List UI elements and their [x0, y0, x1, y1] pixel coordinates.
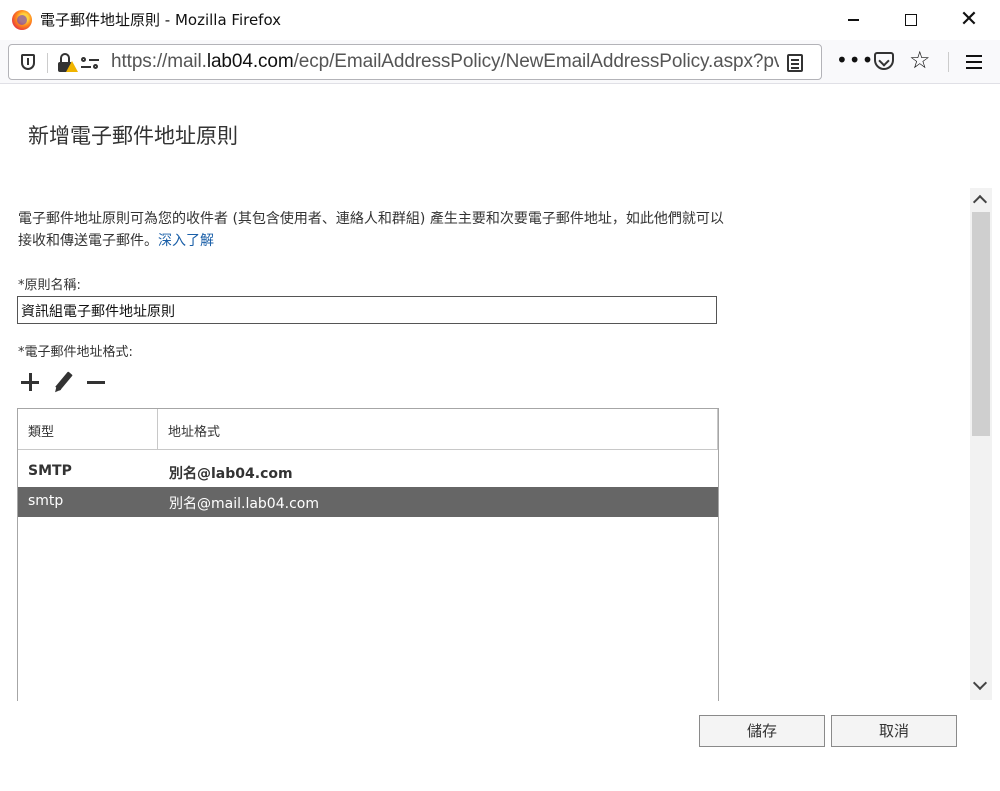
- hamburger-menu-icon[interactable]: [966, 55, 982, 57]
- window-title: 電子郵件地址原則 - Mozilla Firefox: [40, 11, 282, 29]
- learn-more-link[interactable]: 深入了解: [158, 233, 214, 249]
- table-row-selected[interactable]: smtp 別名@mail.lab04.com: [18, 487, 718, 517]
- address-format-grid: 類型 地址格式 SMTP 別名@lab04.com smtp 別名@mail.l…: [17, 408, 719, 701]
- page-title: 新增電子郵件地址原則: [28, 124, 238, 148]
- table-row[interactable]: SMTP 別名@lab04.com: [18, 457, 718, 487]
- toolbar-separator: [948, 52, 949, 72]
- description-text: 電子郵件地址原則可為您的收件者 (其包含使用者、連絡人和群組) 產生主要和次要電…: [18, 211, 724, 249]
- close-button[interactable]: ✕: [940, 0, 998, 40]
- maximize-button[interactable]: [882, 0, 940, 40]
- row-type: SMTP: [28, 463, 72, 479]
- permissions-icon[interactable]: [81, 55, 99, 71]
- pocket-icon[interactable]: [874, 52, 894, 70]
- url-domain: lab04.com: [206, 51, 294, 72]
- firefox-logo-icon: [12, 10, 32, 30]
- page-actions-more-icon[interactable]: •••: [836, 48, 874, 72]
- window-titlebar: 電子郵件地址原則 - Mozilla Firefox ✕: [0, 0, 1000, 40]
- remove-icon[interactable]: [84, 370, 108, 394]
- url-path: /ecp/EmailAddressPolicy/NewEmailAddressP…: [293, 51, 779, 72]
- row-format: 別名@mail.lab04.com: [169, 496, 319, 512]
- address-format-label: *電子郵件地址格式:: [18, 345, 133, 360]
- minimize-icon: [847, 19, 859, 21]
- url-separator: [47, 53, 48, 73]
- url-text[interactable]: https://mail.lab04.com/ecp/EmailAddressP…: [111, 51, 779, 73]
- grid-header: 類型 地址格式: [18, 409, 718, 450]
- policy-name-input[interactable]: 資訊組電子郵件地址原則: [17, 296, 717, 324]
- insecure-lock-icon[interactable]: [57, 53, 78, 73]
- policy-name-label: *原則名稱:: [18, 278, 81, 293]
- scroll-thumb[interactable]: [972, 212, 990, 436]
- row-type: smtp: [28, 493, 64, 509]
- navigation-bar: https://mail.lab04.com/ecp/EmailAddressP…: [0, 40, 1000, 84]
- policy-description: 電子郵件地址原則可為您的收件者 (其包含使用者、連絡人和群組) 產生主要和次要電…: [18, 208, 728, 252]
- tracking-protection-shield-icon[interactable]: [21, 54, 35, 70]
- column-header-format[interactable]: 地址格式: [158, 409, 718, 449]
- save-button[interactable]: 儲存: [699, 715, 825, 747]
- minimize-button[interactable]: [824, 0, 882, 40]
- edit-pencil-icon[interactable]: [52, 370, 76, 395]
- scroll-down-icon[interactable]: [972, 675, 988, 691]
- cancel-button[interactable]: 取消: [831, 715, 957, 747]
- reader-view-icon[interactable]: [787, 54, 803, 72]
- maximize-icon: [905, 14, 917, 26]
- url-bar[interactable]: https://mail.lab04.com/ecp/EmailAddressP…: [8, 44, 822, 80]
- add-icon[interactable]: [18, 370, 42, 394]
- bookmark-star-icon[interactable]: ☆: [909, 46, 931, 74]
- vertical-scrollbar[interactable]: [970, 188, 992, 700]
- row-format: 別名@lab04.com: [169, 466, 293, 482]
- close-icon: ✕: [959, 7, 979, 32]
- url-prefix: https://mail.: [111, 51, 207, 72]
- column-header-type[interactable]: 類型: [18, 409, 158, 449]
- scroll-up-icon[interactable]: [972, 194, 988, 210]
